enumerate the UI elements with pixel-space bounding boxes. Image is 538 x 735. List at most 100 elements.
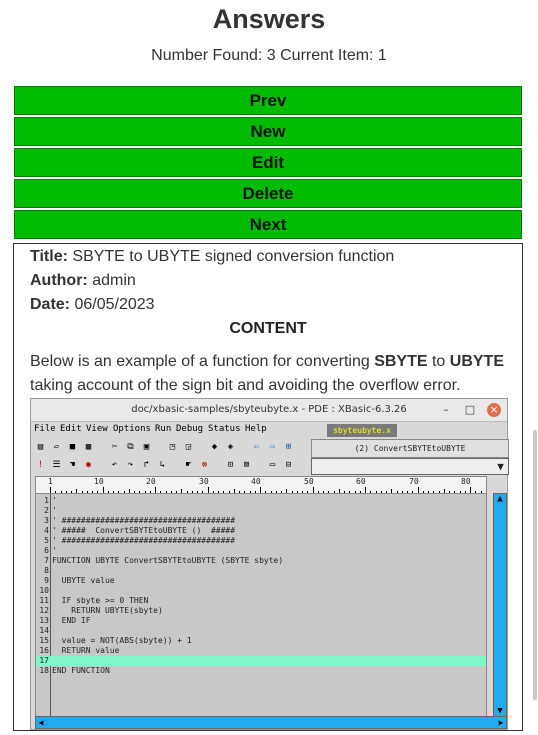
find-icon: ◳ — [169, 442, 176, 452]
vertical-scrollbar: ▲ ▼ — [493, 493, 507, 717]
close-window-icon: ⊟ — [285, 460, 292, 470]
code-text: ' — [52, 506, 57, 515]
code-line: 14 — [36, 626, 486, 636]
ruler-mark: 20 — [146, 477, 156, 486]
para-text: to — [427, 353, 450, 370]
menu-file: File — [34, 424, 56, 434]
code-text: RETURN value — [52, 646, 120, 655]
pde-window-title: doc/xbasic-samples/sbyteubyte.x - PDE : … — [31, 399, 507, 422]
paste-icon: ▣ — [143, 442, 150, 452]
title-label: Title: — [30, 248, 68, 265]
minimize-icon: – — [443, 403, 449, 416]
line-number: 17 — [39, 656, 49, 665]
next-button[interactable]: Next — [14, 210, 522, 239]
delete-button[interactable]: Delete — [14, 179, 522, 208]
prev-button[interactable]: Prev — [14, 86, 522, 115]
compile-icon: ◆ — [211, 442, 218, 452]
code-editor: 1 ' 2 ' 3 ' #################################… — [35, 493, 487, 717]
file-name-tag: sbyteubyte.x — [327, 424, 397, 437]
code-text: ' — [52, 546, 57, 555]
author-label: Author: — [30, 272, 88, 289]
console-icon: ▭ — [269, 460, 276, 470]
function-name-box: (2) ConvertSBYTEtoUBYTE — [311, 439, 509, 458]
breakpoint-icon: ◉ — [85, 460, 92, 470]
memory-icon: ⊠ — [243, 460, 250, 470]
date-row: Date: 06/05/2023 — [30, 296, 155, 314]
kill-icon: ⊗ — [201, 460, 208, 470]
code-line: 6 ' — [36, 546, 486, 556]
code-text: ' — [52, 496, 57, 505]
close-icon: × — [487, 403, 501, 417]
code-line: 2 ' — [36, 506, 486, 516]
ruler-mark: 80 — [461, 477, 471, 486]
results-status: Number Found: 3 Current Item: 1 — [151, 47, 387, 64]
ruler-mark: 70 — [409, 477, 419, 486]
ruler-mark: 40 — [251, 477, 261, 486]
build-icon: ◈ — [227, 442, 234, 452]
step-over-icon: ↷ — [127, 460, 134, 470]
code-line: 15 value = NOT(ABS(sbyte)) + 1 — [36, 636, 486, 646]
replace-icon: ◲ — [185, 442, 192, 452]
line-number: 18 — [39, 666, 49, 675]
tree-icon: ⊞ — [285, 442, 292, 452]
code-text: ' #################################### — [52, 536, 236, 545]
scroll-right-icon: ▶ — [498, 718, 504, 727]
pde-menubar: File Edit View Options Run Debug Status … — [31, 422, 507, 438]
print-icon: ▦ — [85, 442, 92, 452]
copy-icon: ⧉ — [127, 442, 134, 452]
page-scrollbar[interactable] — [533, 430, 537, 700]
code-line: 11 IF sbyte >= 0 THEN — [36, 596, 486, 606]
menu-options: Options — [113, 424, 151, 434]
step-out-icon: ↱ — [143, 460, 150, 470]
code-text: END IF — [52, 616, 91, 625]
line-number: 1 — [44, 496, 49, 505]
step-into-icon: ↶ — [111, 460, 118, 470]
author-row: Author: admin — [30, 272, 136, 290]
pde-screenshot: doc/xbasic-samples/sbyteubyte.x - PDE : … — [30, 398, 509, 730]
function-combo: ▼ — [311, 458, 509, 475]
pause-icon: ☛ — [185, 460, 192, 470]
line-number: 13 — [39, 616, 49, 625]
code-line: 13 END IF — [36, 616, 486, 626]
open-file-icon: ▱ — [53, 442, 60, 452]
line-number: 5 — [44, 536, 49, 545]
line-number: 14 — [39, 626, 49, 635]
maximize-icon: □ — [464, 403, 476, 416]
ruler-mark: 60 — [356, 477, 366, 486]
new-button[interactable]: New — [14, 117, 522, 146]
ruler-mark: 1 — [48, 477, 53, 486]
forward-icon: ⇨ — [269, 442, 276, 452]
date-label: Date: — [30, 296, 71, 313]
run-to-icon: ↳ — [159, 460, 166, 470]
code-line: 10 — [36, 586, 486, 596]
code-line: 12 RETURN UBYTE(sbyte) — [36, 606, 486, 616]
ruler-mark: 10 — [94, 477, 104, 486]
para-text: taking account of the sign bit and avoid… — [30, 377, 461, 394]
hand-icon: ☚ — [69, 460, 76, 470]
scroll-left-icon: ◀ — [38, 718, 44, 727]
line-number: 8 — [44, 566, 49, 575]
line-number: 9 — [44, 576, 49, 585]
list-icon: ☰ — [52, 460, 61, 470]
stop-icon: ! — [37, 460, 44, 470]
code-line: 9 UBYTE value — [36, 576, 486, 586]
code-line: 3 ' #################################### — [36, 516, 486, 526]
menu-run: Run — [155, 424, 172, 434]
line-number: 3 — [44, 516, 49, 525]
code-text: ' #################################### — [52, 516, 236, 525]
ruler-mark: 30 — [199, 477, 209, 486]
code-text: END FUNCTION — [52, 666, 110, 675]
edit-button[interactable]: Edit — [14, 148, 522, 177]
menu-edit: Edit — [60, 424, 82, 434]
back-icon: ⇦ — [253, 442, 260, 452]
line-number: 10 — [39, 586, 49, 595]
code-line: 7 FUNCTION UBYTE ConvertSBYTEtoUBYTE (SBY… — [36, 556, 486, 566]
line-number: 4 — [44, 526, 49, 535]
line-number: 15 — [39, 636, 49, 645]
author-value: admin — [92, 272, 136, 289]
code-text: FUNCTION UBYTE ConvertSBYTEtoUBYTE (SBYT… — [52, 556, 284, 565]
date-value: 06/05/2023 — [74, 296, 155, 313]
line-number: 16 — [39, 646, 49, 655]
code-line: 4 ' ##### ConvertSBYTEtoUBYTE () ##### — [36, 526, 486, 536]
code-line: 16 RETURN value — [36, 646, 486, 656]
